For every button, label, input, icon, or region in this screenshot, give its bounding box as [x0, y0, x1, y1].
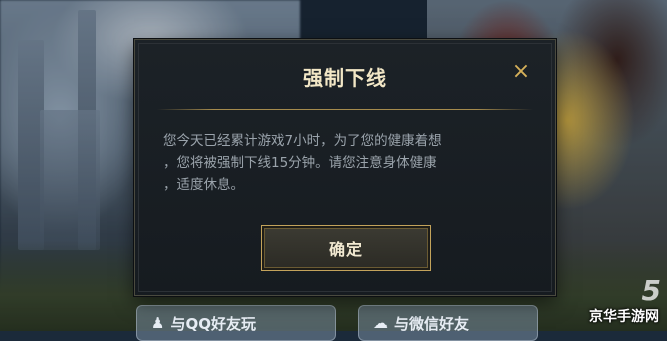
close-icon[interactable]: ×: [511, 61, 531, 83]
message-line: ，适度休息。: [163, 177, 244, 193]
confirm-button[interactable]: 确定: [261, 225, 431, 271]
play-with-wechat-friends-button[interactable]: ☁ 与微信好友: [358, 305, 538, 341]
qq-button-label: 与QQ好友玩: [170, 314, 256, 333]
title-divider: [157, 109, 533, 110]
play-with-qq-friends-button[interactable]: ♟ 与QQ好友玩: [136, 305, 336, 341]
message-line: 您今天已经累计游戏7小时，为了您的健康着想: [163, 133, 442, 149]
watermark-text: 京华手游网: [589, 309, 659, 325]
forced-logout-dialog: 强制下线 × 您今天已经累计游戏7小时，为了您的健康着想 ，您将被强制下线15分…: [134, 39, 556, 296]
message-line: ，您将被强制下线15分钟。请您注意身体健康: [163, 155, 437, 171]
dialog-message: 您今天已经累计游戏7小时，为了您的健康着想 ，您将被强制下线15分钟。请您注意身…: [163, 130, 533, 196]
watermark-logo: 5: [641, 274, 661, 307]
wechat-button-label: 与微信好友: [394, 314, 470, 333]
wechat-icon: ☁: [373, 314, 388, 332]
qq-icon: ♟: [151, 314, 165, 332]
dialog-title: 强制下线: [303, 66, 387, 90]
